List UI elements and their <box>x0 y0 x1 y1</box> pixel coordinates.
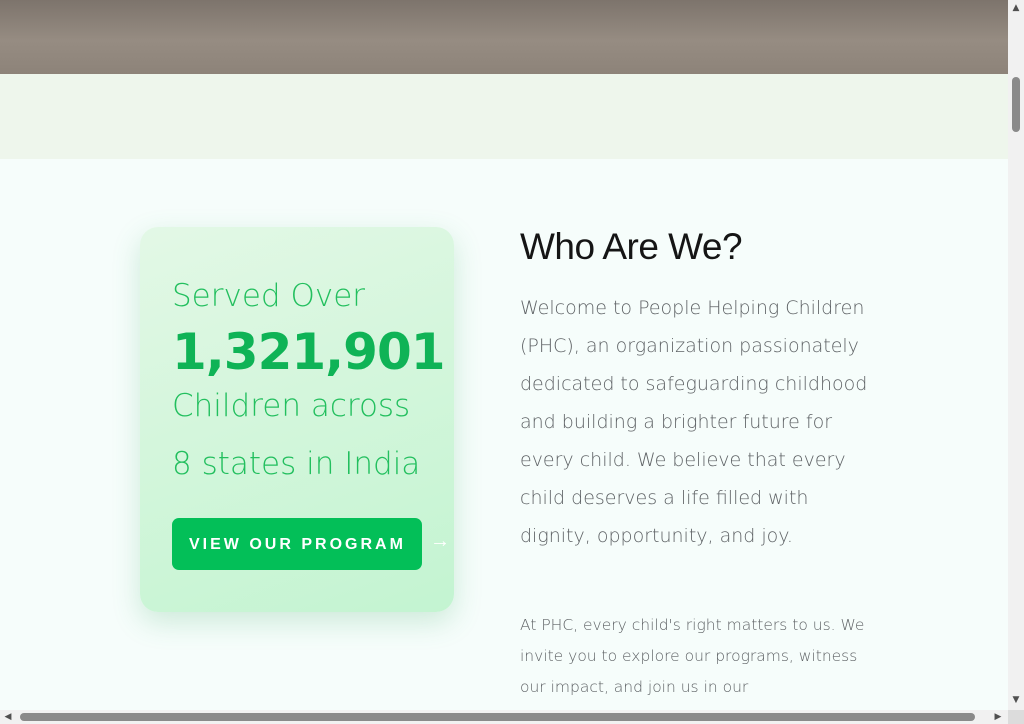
states-in-india-label: 8 states in India <box>172 446 421 482</box>
scrollbar-corner <box>1008 710 1024 724</box>
about-heading: Who Are We? <box>520 226 743 267</box>
vertical-scroll-thumb[interactable] <box>1012 77 1020 132</box>
impact-stats-card: Served Over 1,321,901 Children across 8 … <box>140 227 454 612</box>
scroll-left-arrow-icon[interactable]: ◀ <box>0 710 16 724</box>
served-over-label: Served Over <box>172 278 366 314</box>
vertical-scrollbar[interactable]: ▲ ▼ <box>1008 0 1024 710</box>
arrow-right-icon: → <box>430 530 450 552</box>
about-intro-paragraph: Welcome to People Helping Children (PHC)… <box>520 297 868 547</box>
hero-image-strip <box>0 0 1008 74</box>
children-served-count: 1,321,901 <box>172 323 446 381</box>
horizontal-scroll-thumb[interactable] <box>20 713 975 721</box>
scroll-down-arrow-icon[interactable]: ▼ <box>1008 692 1024 708</box>
about-invite-paragraph: At PHC, every child's right matters to u… <box>520 616 865 696</box>
green-banner-band <box>0 74 1008 159</box>
children-across-label: Children across <box>172 388 411 424</box>
view-our-program-button[interactable]: VIEW OUR PROGRAM → <box>172 518 450 570</box>
scroll-up-arrow-icon[interactable]: ▲ <box>1008 0 1024 16</box>
view-our-program-label: VIEW OUR PROGRAM <box>189 536 406 553</box>
horizontal-scrollbar[interactable]: ◀ ▶ <box>0 710 1008 724</box>
scroll-right-arrow-icon[interactable]: ▶ <box>990 710 1006 724</box>
